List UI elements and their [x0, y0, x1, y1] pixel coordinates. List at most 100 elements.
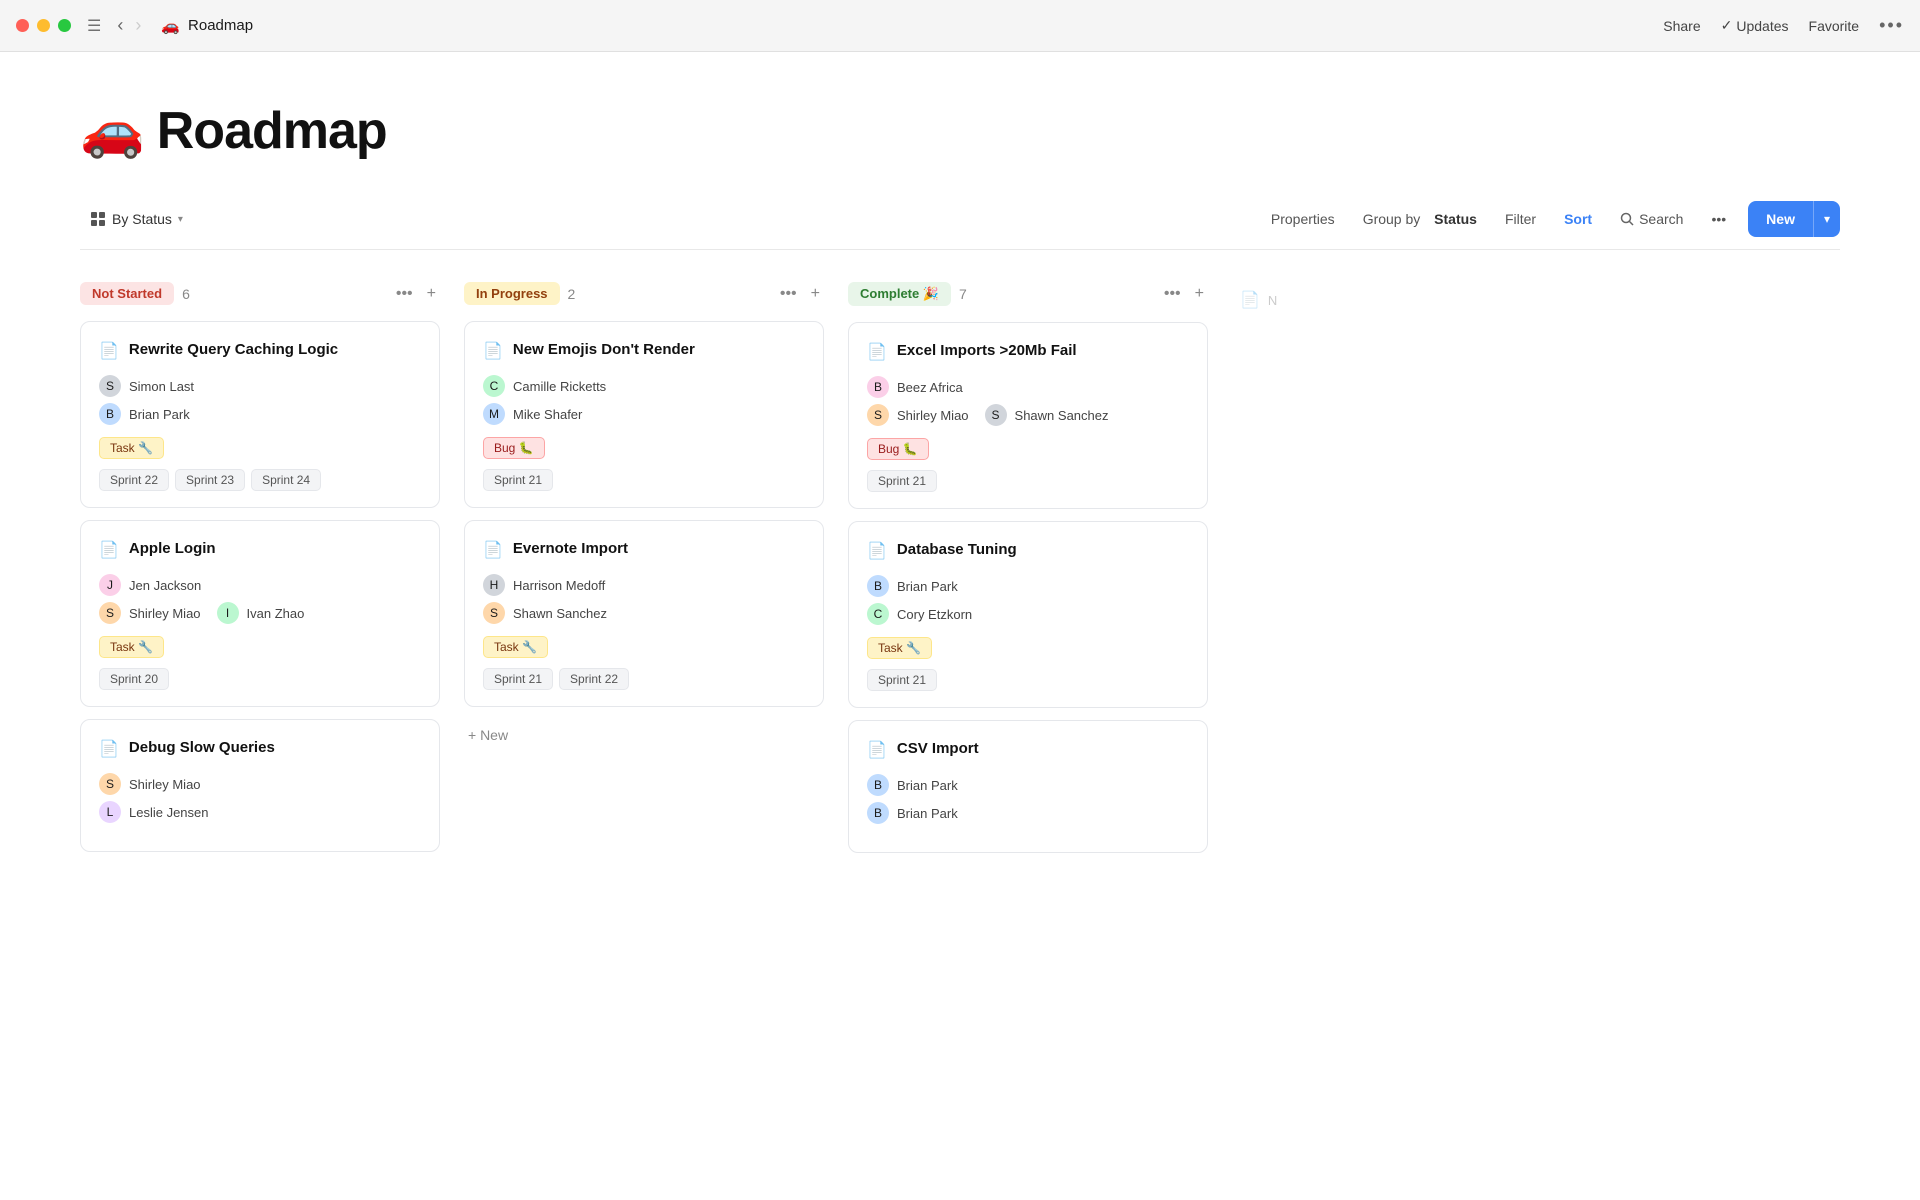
card-title: New Emojis Don't Render: [513, 340, 695, 360]
page-title-row: 🚗 Roadmap: [80, 100, 1840, 161]
document-icon: 📄: [483, 341, 503, 361]
card-not-started-0[interactable]: 📄 Rewrite Query Caching Logic S Simon La…: [80, 321, 440, 508]
assignee-name: Shirley Miao: [897, 408, 969, 423]
column-add-button-not-started[interactable]: +: [423, 283, 440, 305]
assignee-row: C Cory Etzkorn: [867, 603, 1189, 625]
page-title: Roadmap: [157, 101, 387, 161]
card-title-row: 📄 Rewrite Query Caching Logic: [99, 340, 421, 361]
sprint-tag: Sprint 23: [175, 469, 245, 491]
card-sprints: Sprint 20: [99, 668, 421, 690]
sprint-tag: Sprint 21: [867, 470, 937, 492]
more-toolbar-options-button[interactable]: •••: [1699, 205, 1738, 233]
back-button[interactable]: ‹: [113, 13, 127, 38]
minimize-button[interactable]: [37, 19, 50, 32]
updates-button[interactable]: ✓ Updates: [1721, 17, 1789, 34]
avatar: M: [483, 403, 505, 425]
card-assignees: B Brian Park B Brian Park: [867, 774, 1189, 824]
titlebar: ☰ ‹ › 🚗 Roadmap Share ✓ Updates Favorite…: [0, 0, 1920, 52]
by-status-button[interactable]: By Status ▾: [80, 205, 193, 233]
grid-view-icon: [90, 211, 106, 227]
assignee-row: S Shawn Sanchez: [483, 602, 805, 624]
column-add-button-complete[interactable]: +: [1191, 283, 1208, 305]
assignee-name: Camille Ricketts: [513, 379, 606, 394]
assignee-row: B Brian Park: [867, 575, 1189, 597]
column-more-button-complete[interactable]: •••: [1160, 283, 1185, 305]
card-in-progress-0[interactable]: 📄 New Emojis Don't Render C Camille Rick…: [464, 321, 824, 508]
chevron-down-icon: ▾: [178, 214, 183, 225]
close-button[interactable]: [16, 19, 29, 32]
column-add-button-in-progress[interactable]: +: [807, 283, 824, 305]
assignee-name: Jen Jackson: [129, 578, 201, 593]
group-by-label: Group by: [1363, 211, 1421, 227]
new-dropdown-button[interactable]: ▾: [1813, 201, 1840, 237]
assignee-row: C Camille Ricketts: [483, 375, 805, 397]
traffic-lights: [16, 19, 71, 32]
card-not-started-2[interactable]: 📄 Debug Slow Queries S Shirley Miao L Le…: [80, 719, 440, 852]
column-more-button-not-started[interactable]: •••: [392, 283, 417, 305]
sort-button[interactable]: Sort: [1552, 205, 1604, 233]
document-icon: 📄: [867, 541, 887, 561]
assignee-name: Shawn Sanchez: [1015, 408, 1109, 423]
filter-button[interactable]: Filter: [1493, 205, 1548, 233]
sprint-tag: Sprint 22: [99, 469, 169, 491]
avatar: I: [217, 602, 239, 624]
card-complete-1[interactable]: 📄 Database Tuning B Brian Park C Cory Et…: [848, 521, 1208, 708]
column-complete: Complete 🎉 7 ••• + 📄 Excel Imports >20Mb …: [848, 282, 1208, 865]
group-by-button[interactable]: Group by Status: [1351, 205, 1489, 233]
card-assignees: J Jen Jackson S Shirley Miao I Ivan Zhao: [99, 574, 421, 624]
avatar: B: [867, 802, 889, 824]
toolbar-right: Properties Group by Status Filter Sort S…: [1259, 201, 1840, 237]
card-sprints: Sprint 21: [867, 470, 1189, 492]
avatar: S: [985, 404, 1007, 426]
column-more-button-in-progress[interactable]: •••: [776, 283, 801, 305]
favorite-button[interactable]: Favorite: [1809, 18, 1860, 34]
status-badge-complete: Complete 🎉: [848, 282, 951, 306]
sidebar-toggle-icon[interactable]: ☰: [87, 16, 101, 36]
properties-button[interactable]: Properties: [1259, 205, 1347, 233]
card-title: Excel Imports >20Mb Fail: [897, 341, 1077, 361]
sprint-tag: Sprint 21: [483, 668, 553, 690]
card-title: Database Tuning: [897, 540, 1017, 560]
column-hidden: 📄 N: [1232, 282, 1292, 318]
assignee-row: B Beez Africa: [867, 376, 1189, 398]
column-actions-not-started: ••• +: [392, 283, 440, 305]
card-title: Apple Login: [129, 539, 216, 559]
assignee-name: Ivan Zhao: [247, 606, 305, 621]
new-main-button[interactable]: New: [1748, 201, 1813, 237]
avatar: B: [867, 575, 889, 597]
avatar: S: [483, 602, 505, 624]
assignee-name: Brian Park: [129, 407, 190, 422]
share-label: Share: [1663, 18, 1700, 34]
column-header-not-started: Not Started6 ••• +: [80, 282, 440, 305]
assignee-name: Shawn Sanchez: [513, 606, 607, 621]
card-complete-0[interactable]: 📄 Excel Imports >20Mb Fail B Beez Africa…: [848, 322, 1208, 509]
search-button[interactable]: Search: [1608, 205, 1695, 233]
card-title: Debug Slow Queries: [129, 738, 275, 758]
card-complete-2[interactable]: 📄 CSV Import B Brian Park B Brian Park: [848, 720, 1208, 853]
document-icon: 📄: [867, 342, 887, 362]
assignee-row: S Shirley Miao: [99, 773, 421, 795]
assignee-name: Shirley Miao: [129, 606, 201, 621]
titlebar-title-area: 🚗 Roadmap: [161, 17, 253, 35]
add-new-in-in-progress[interactable]: + New: [464, 719, 824, 751]
page-content: 🚗 Roadmap By Status ▾ Properties Group b…: [0, 52, 1920, 917]
share-button[interactable]: Share: [1663, 18, 1700, 34]
maximize-button[interactable]: [58, 19, 71, 32]
document-icon: 📄: [1240, 290, 1260, 310]
card-sprints: Sprint 21: [867, 669, 1189, 691]
card-title-row: 📄 Excel Imports >20Mb Fail: [867, 341, 1189, 362]
updates-label: Updates: [1736, 18, 1788, 34]
avatar: L: [99, 801, 121, 823]
assignee-name: Brian Park: [897, 806, 958, 821]
card-assignees: C Camille Ricketts M Mike Shafer: [483, 375, 805, 425]
forward-button[interactable]: ›: [131, 13, 145, 38]
card-tags: Task 🔧: [867, 637, 1189, 659]
column-count-complete: 7: [959, 286, 967, 302]
card-title-row: 📄 Apple Login: [99, 539, 421, 560]
assignee-name: Beez Africa: [897, 380, 963, 395]
more-options-button[interactable]: •••: [1879, 15, 1904, 36]
page-emoji-small: 🚗: [161, 17, 180, 35]
card-in-progress-1[interactable]: 📄 Evernote Import H Harrison Medoff S Sh…: [464, 520, 824, 707]
card-title-row: 📄 New Emojis Don't Render: [483, 340, 805, 361]
card-not-started-1[interactable]: 📄 Apple Login J Jen Jackson S Shirley Mi…: [80, 520, 440, 707]
